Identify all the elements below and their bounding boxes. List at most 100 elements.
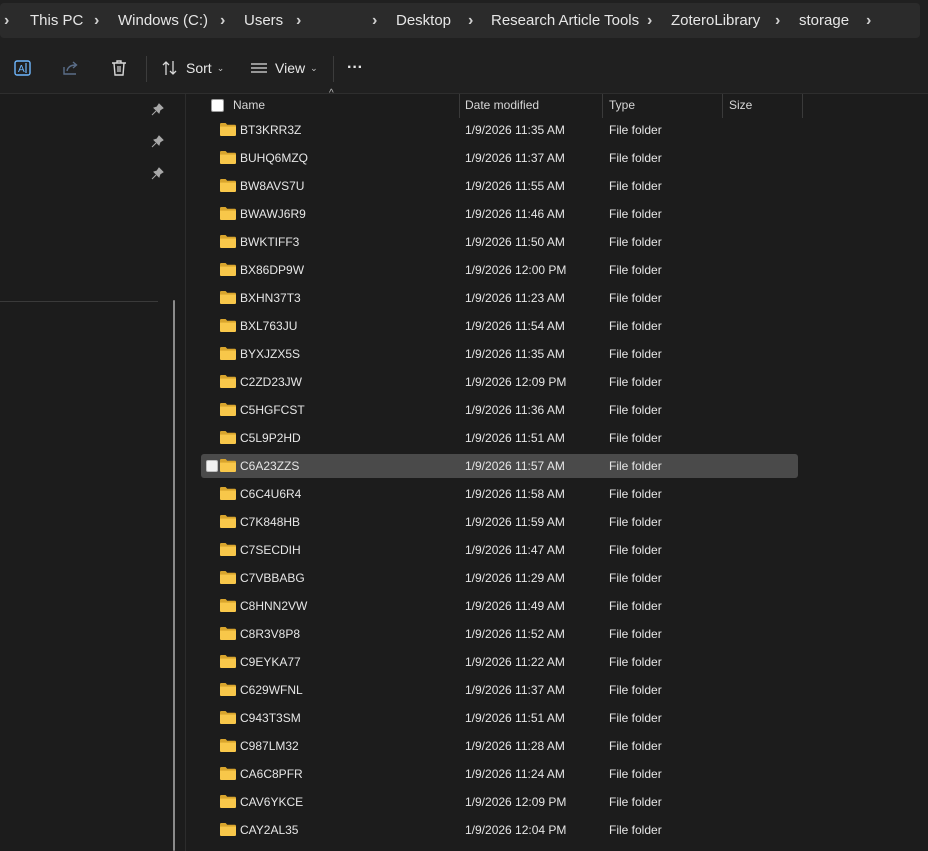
file-date-modified: 1/9/2026 11:50 AM <box>465 235 565 249</box>
chevron-right-icon[interactable]: › <box>4 3 9 38</box>
file-name: C5HGFCST <box>240 403 305 417</box>
delete-button[interactable] <box>109 56 129 80</box>
file-type: File folder <box>609 123 662 137</box>
file-date-modified: 1/9/2026 11:29 AM <box>465 571 565 585</box>
file-type: File folder <box>609 599 662 613</box>
breadcrumb[interactable]: › This PC › Windows (C:) › Users › › Des… <box>0 3 920 38</box>
file-row[interactable]: C629WFNL 1/9/2026 11:37 AM File folder <box>201 678 798 702</box>
chevron-right-icon[interactable]: › <box>775 3 780 38</box>
folder-icon <box>220 767 236 780</box>
file-name: BYXJZX5S <box>240 347 301 361</box>
column-name[interactable]: Name <box>233 94 265 116</box>
chevron-right-icon[interactable]: › <box>647 3 652 38</box>
column-date-modified[interactable]: Date modified <box>465 94 539 116</box>
file-row[interactable]: C8R3V8P8 1/9/2026 11:52 AM File folder <box>201 622 798 646</box>
file-type: File folder <box>609 571 662 585</box>
file-row[interactable]: BWAWJ6R9 1/9/2026 11:46 AM File folder <box>201 202 798 226</box>
file-name: C7K848HB <box>240 515 301 529</box>
chevron-right-icon[interactable]: › <box>220 3 225 38</box>
view-button[interactable]: View ⌄ <box>250 56 318 80</box>
file-row[interactable]: CA6C8PFR 1/9/2026 11:24 AM File folder <box>201 762 798 786</box>
chevron-right-icon[interactable]: › <box>372 3 377 38</box>
column-header: ^ Name Date modified Type Size <box>186 88 928 118</box>
file-explorer-window: › This PC › Windows (C:) › Users › › Des… <box>0 0 928 851</box>
breadcrumb-storage[interactable]: storage <box>799 3 849 38</box>
file-type: File folder <box>609 683 662 697</box>
file-date-modified: 1/9/2026 11:59 AM <box>465 515 565 529</box>
folder-icon <box>220 403 236 416</box>
column-type[interactable]: Type <box>609 94 635 116</box>
file-type: File folder <box>609 767 662 781</box>
pin-icon[interactable] <box>150 167 164 181</box>
column-divider[interactable] <box>722 94 723 118</box>
share-button[interactable] <box>61 56 81 80</box>
folder-icon <box>220 375 236 388</box>
chevron-right-icon[interactable]: › <box>468 3 473 38</box>
folder-icon <box>220 487 236 500</box>
chevron-right-icon[interactable]: › <box>296 3 301 38</box>
file-row[interactable]: C7K848HB 1/9/2026 11:59 AM File folder <box>201 510 798 534</box>
file-row[interactable]: BUHQ6MZQ 1/9/2026 11:37 AM File folder <box>201 146 798 170</box>
file-row[interactable]: C7SECDIH 1/9/2026 11:47 AM File folder <box>201 538 798 562</box>
file-name: BW8AVS7U <box>240 179 305 193</box>
file-row[interactable]: C943T3SM 1/9/2026 11:51 AM File folder <box>201 706 798 730</box>
file-row[interactable]: CAV6YKCE 1/9/2026 12:09 PM File folder <box>201 790 798 814</box>
file-type: File folder <box>609 263 662 277</box>
file-name: C987LM32 <box>240 739 299 753</box>
svg-text:A: A <box>18 64 25 75</box>
folder-icon <box>220 795 236 808</box>
file-date-modified: 1/9/2026 11:23 AM <box>465 291 565 305</box>
pin-icon[interactable] <box>150 135 164 149</box>
file-row[interactable]: C8HNN2VW 1/9/2026 11:49 AM File folder <box>201 594 798 618</box>
column-divider[interactable] <box>602 94 603 118</box>
file-name: C8HNN2VW <box>240 599 308 613</box>
file-row[interactable]: C2ZD23JW 1/9/2026 12:09 PM File folder <box>201 370 798 394</box>
file-row[interactable]: BT3KRR3Z 1/9/2026 11:35 AM File folder <box>201 118 798 142</box>
file-type: File folder <box>609 655 662 669</box>
column-divider[interactable] <box>459 94 460 118</box>
folder-icon <box>220 123 236 136</box>
file-row[interactable]: BXHN37T3 1/9/2026 11:23 AM File folder <box>201 286 798 310</box>
breadcrumb-users[interactable]: Users <box>244 3 283 38</box>
rename-button[interactable]: A <box>13 56 33 80</box>
sort-button[interactable]: Sort ⌄ <box>161 56 224 80</box>
file-row[interactable]: C5L9P2HD 1/9/2026 11:51 AM File folder <box>201 426 798 450</box>
file-row[interactable]: C6C4U6R4 1/9/2026 11:58 AM File folder <box>201 482 798 506</box>
folder-icon <box>220 655 236 668</box>
file-row[interactable]: BW8AVS7U 1/9/2026 11:55 AM File folder <box>201 174 798 198</box>
select-all-checkbox[interactable] <box>211 99 224 112</box>
file-name: CA6C8PFR <box>240 767 303 781</box>
file-date-modified: 1/9/2026 11:24 AM <box>465 767 565 781</box>
column-size[interactable]: Size <box>729 94 752 116</box>
file-row[interactable]: C9EYKA77 1/9/2026 11:22 AM File folder <box>201 650 798 674</box>
breadcrumb-windows-c[interactable]: Windows (C:) <box>118 3 208 38</box>
file-row[interactable]: C987LM32 1/9/2026 11:28 AM File folder <box>201 734 798 758</box>
file-row[interactable]: C6A23ZZS 1/9/2026 11:57 AM File folder <box>201 454 798 478</box>
file-row[interactable]: C5HGFCST 1/9/2026 11:36 AM File folder <box>201 398 798 422</box>
breadcrumb-zotero-library[interactable]: ZoteroLibrary <box>671 3 760 38</box>
more-options-button[interactable]: ··· <box>347 56 363 80</box>
more-icon: ··· <box>347 59 363 76</box>
file-row[interactable]: BX86DP9W 1/9/2026 12:00 PM File folder <box>201 258 798 282</box>
file-row[interactable]: C7VBBABG 1/9/2026 11:29 AM File folder <box>201 566 798 590</box>
nav-scrollbar[interactable] <box>173 300 175 851</box>
file-date-modified: 1/9/2026 11:57 AM <box>465 459 565 473</box>
file-type: File folder <box>609 487 662 501</box>
file-row[interactable]: BWKTIFF3 1/9/2026 11:50 AM File folder <box>201 230 798 254</box>
breadcrumb-this-pc[interactable]: This PC <box>30 3 83 38</box>
file-type: File folder <box>609 403 662 417</box>
file-name: C9EYKA77 <box>240 655 301 669</box>
file-name: BX86DP9W <box>240 263 305 277</box>
file-row[interactable]: BXL763JU 1/9/2026 11:54 AM File folder <box>201 314 798 338</box>
row-checkbox[interactable] <box>206 460 218 472</box>
breadcrumb-desktop[interactable]: Desktop <box>396 3 451 38</box>
breadcrumb-research-article-tools[interactable]: Research Article Tools <box>491 3 639 38</box>
chevron-right-icon[interactable]: › <box>866 3 871 38</box>
chevron-right-icon[interactable]: › <box>94 3 99 38</box>
file-type: File folder <box>609 543 662 557</box>
file-row[interactable]: BYXJZX5S 1/9/2026 11:35 AM File folder <box>201 342 798 366</box>
column-divider[interactable] <box>802 94 803 118</box>
file-row[interactable]: CAY2AL35 1/9/2026 12:04 PM File folder <box>201 818 798 842</box>
file-date-modified: 1/9/2026 11:22 AM <box>465 655 565 669</box>
pin-icon[interactable] <box>150 103 164 117</box>
